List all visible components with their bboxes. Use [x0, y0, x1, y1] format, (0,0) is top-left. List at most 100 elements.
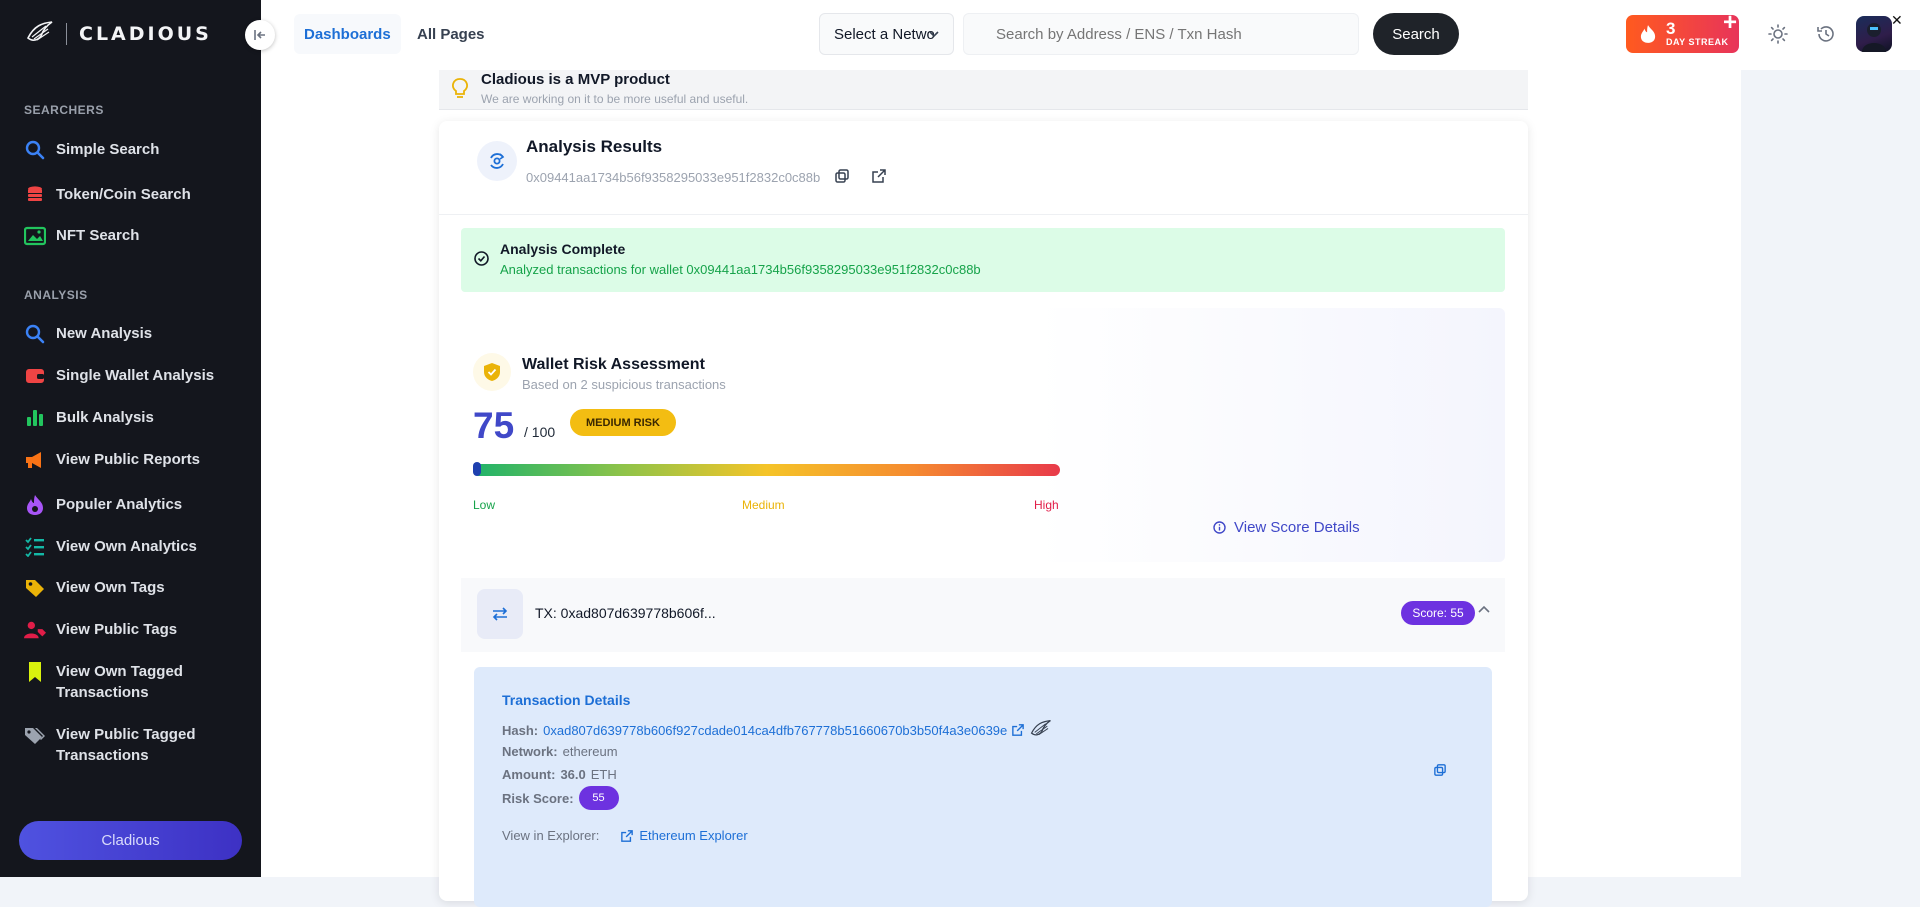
- close-icon[interactable]: ✕: [1891, 12, 1903, 29]
- sidebar-item-new-analysis[interactable]: New Analysis: [24, 323, 244, 345]
- analysis-card: Analysis Results 0x09441aa1734b56f935829…: [439, 121, 1528, 907]
- image-icon: [24, 225, 46, 247]
- wallet-icon: [24, 365, 46, 387]
- details-explorer-row: View in Explorer: Ethereum Explorer: [502, 828, 748, 843]
- plus-icon: +: [1722, 9, 1737, 36]
- collapse-left-icon: [254, 30, 265, 40]
- wallet-address: 0x09441aa1734b56f9358295033e951f2832c0c8…: [526, 170, 821, 185]
- amount-value: 36.0: [560, 767, 586, 782]
- sidebar-item-view-own-analytics[interactable]: View Own Analytics: [24, 536, 244, 558]
- external-link-icon: [621, 829, 634, 842]
- amount-unit: ETH: [590, 767, 617, 782]
- banner-title: Cladious is a MVP product: [481, 71, 670, 88]
- banner-subtitle: We are working on it to be more useful a…: [481, 92, 749, 106]
- sidebar-item-label: Token/Coin Search: [56, 186, 191, 203]
- avatar-figure-icon: [1862, 23, 1886, 52]
- details-title: Transaction Details: [502, 692, 631, 708]
- chevron-up-icon[interactable]: [1477, 604, 1491, 614]
- sidebar-item-view-own-tags[interactable]: View Own Tags: [24, 577, 244, 599]
- bird-logo-icon: [1031, 719, 1052, 736]
- scale-label-high: High: [1034, 498, 1059, 512]
- sidebar-item-label: Simple Search: [56, 141, 160, 158]
- mvp-banner: Cladious is a MVP product We are working…: [439, 70, 1528, 110]
- cladious-button[interactable]: Cladious: [19, 821, 242, 860]
- sidebar-item-simple-search[interactable]: Simple Search: [24, 139, 244, 161]
- top-bar: Dashboards All Pages Select a Network Se…: [261, 0, 1920, 70]
- hash-key: Hash:: [502, 722, 539, 738]
- network-select[interactable]: Select a Network: [819, 13, 954, 55]
- sidebar-item-bulk-analysis[interactable]: Bulk Analysis: [24, 407, 244, 429]
- external-link-icon[interactable]: [1012, 724, 1025, 736]
- scale-label-low: Low: [473, 498, 496, 512]
- sidebar-item-label: View Own Analytics: [56, 538, 197, 555]
- transaction-hash-link[interactable]: 0xad807d639778b606f927cdade014ca4dfb7677…: [543, 723, 1007, 738]
- sidebar-item-label: Populer Analytics: [56, 496, 183, 513]
- sidebar-item-token-coin-search[interactable]: Token/Coin Search: [24, 184, 244, 206]
- analysis-complete-alert: Analysis Complete Analyzed transactions …: [461, 228, 1505, 292]
- sidebar-item-view-own-tagged-transactions[interactable]: View Own Tagged Transactions: [24, 661, 244, 703]
- copy-icon[interactable]: [835, 169, 849, 183]
- sun-icon: [1768, 24, 1788, 44]
- lightbulb-icon: [452, 78, 468, 98]
- sidebar-item-label: View Own Tags: [56, 579, 165, 596]
- risk-title: Wallet Risk Assessment: [522, 356, 705, 373]
- section-title-searchers: SEARCHERS: [24, 103, 104, 117]
- alert-title: Analysis Complete: [500, 241, 626, 257]
- section-title-analysis: ANALYSIS: [24, 288, 88, 302]
- copy-icon[interactable]: [1434, 764, 1446, 776]
- risk-key: Risk Score:: [502, 790, 574, 806]
- collapse-sidebar-button[interactable]: [245, 20, 275, 50]
- analysis-icon: [477, 141, 517, 181]
- sidebar-item-label: View Public Reports: [56, 451, 200, 468]
- risk-level-badge: MEDIUM RISK: [570, 409, 676, 436]
- bookmark-icon: [24, 661, 46, 683]
- risk-score-max: / 100: [524, 424, 556, 440]
- history-button[interactable]: [1813, 21, 1839, 47]
- explorer-key: View in Explorer:: [502, 828, 600, 843]
- sidebar-item-nft-search[interactable]: NFT Search: [24, 225, 244, 247]
- transaction-row[interactable]: TX: 0xad807d639778b606f... Score: 55: [461, 578, 1505, 652]
- list-check-icon: [24, 536, 46, 558]
- view-score-details-label: View Score Details: [1234, 519, 1360, 536]
- details-hash-row: Hash: 0xad807d639778b606f927cdade014ca4d…: [502, 719, 1053, 741]
- info-icon: [1213, 521, 1226, 534]
- nav-all-pages[interactable]: All Pages: [407, 14, 495, 54]
- sidebar-item-view-public-tagged-transactions[interactable]: View Public Tagged Transactions: [24, 724, 244, 766]
- sidebar-item-view-public-reports[interactable]: View Public Reports: [24, 449, 244, 471]
- network-select-value: Select a Network: [834, 25, 934, 43]
- sidebar-item-label: View Public Tagged Transactions: [56, 726, 196, 764]
- details-amount-row: Amount: 36.0 ETH: [502, 767, 617, 782]
- risk-scale-marker: [473, 462, 481, 476]
- brand[interactable]: CLADIOUS: [26, 20, 212, 48]
- explorer-link-label: Ethereum Explorer: [639, 828, 748, 843]
- swap-icon: [477, 589, 523, 639]
- brand-divider: [66, 23, 67, 45]
- brand-name: CLADIOUS: [79, 23, 212, 45]
- day-streak-badge[interactable]: 3 DAY STREAK +: [1626, 11, 1739, 53]
- sidebar-item-single-wallet-analysis[interactable]: Single Wallet Analysis: [24, 365, 244, 387]
- risk-scale-bar: [473, 462, 1060, 476]
- details-network-row: Network: ethereum: [502, 744, 618, 759]
- bird-logo-icon: [26, 21, 53, 41]
- sidebar-item-label: View Own Tagged Transactions: [56, 663, 183, 701]
- sidebar-item-label: Single Wallet Analysis: [56, 367, 215, 384]
- nav-dashboards[interactable]: Dashboards: [294, 14, 401, 54]
- coins-icon: [24, 184, 46, 206]
- sidebar-item-view-public-tags[interactable]: View Public Tags: [24, 619, 244, 641]
- search-input[interactable]: [963, 13, 1359, 55]
- external-link-icon[interactable]: [872, 169, 886, 183]
- amount-key: Amount:: [502, 767, 556, 782]
- ethereum-explorer-link[interactable]: Ethereum Explorer: [621, 828, 748, 843]
- streak-text: 3 DAY STREAK: [1666, 19, 1729, 47]
- sidebar: CLADIOUS SEARCHERS Simple Search Token/C…: [0, 0, 261, 877]
- tags-icon: [24, 724, 46, 746]
- view-score-details-link[interactable]: View Score Details: [1213, 519, 1360, 536]
- divider: [439, 214, 1528, 215]
- flame-icon: [1640, 25, 1656, 43]
- streak-count: 3: [1666, 19, 1676, 38]
- avatar[interactable]: [1856, 16, 1892, 52]
- search-button[interactable]: Search: [1373, 13, 1459, 55]
- transaction-label: TX: 0xad807d639778b606f...: [535, 605, 716, 621]
- sidebar-item-populer-analytics[interactable]: Populer Analytics: [24, 494, 244, 516]
- theme-toggle-button[interactable]: [1765, 21, 1791, 47]
